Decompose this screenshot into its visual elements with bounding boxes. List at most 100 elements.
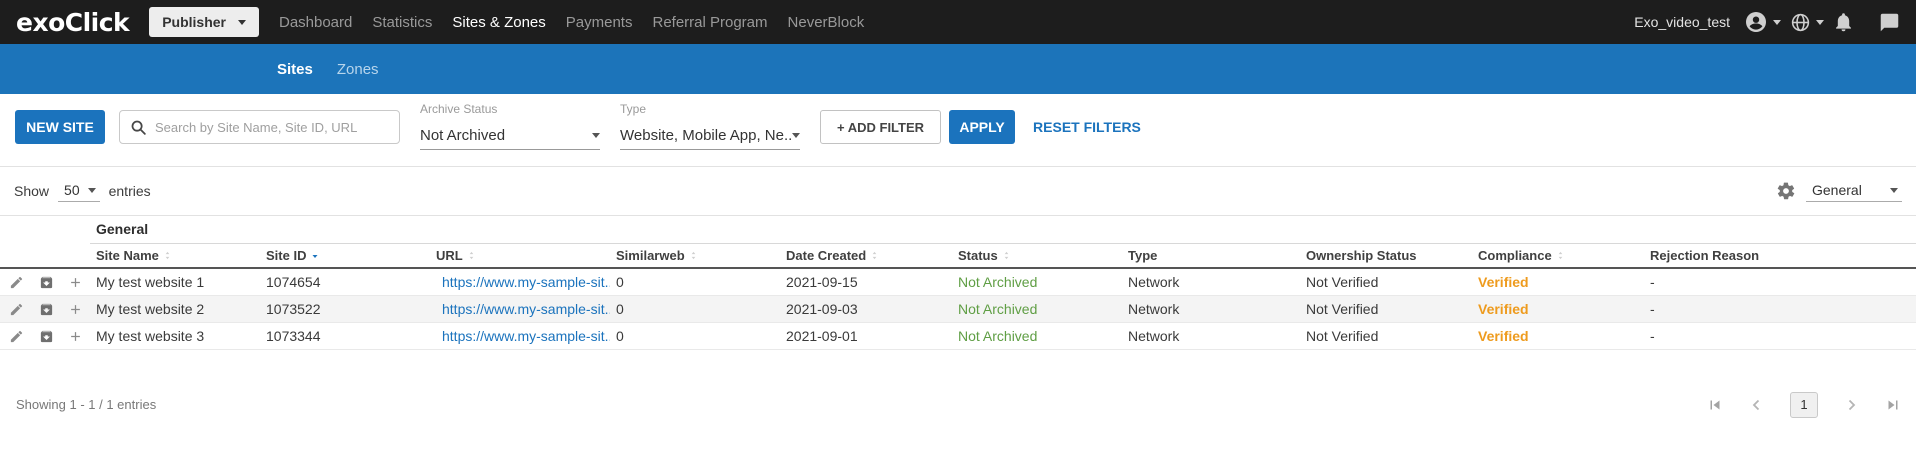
nav-item-dashboard[interactable]: Dashboard bbox=[269, 14, 362, 31]
table-settings-gear-icon[interactable] bbox=[1776, 181, 1796, 201]
exoclick-logo[interactable]: exoClick bbox=[16, 8, 129, 37]
add-filter-button[interactable]: + ADD FILTER bbox=[820, 110, 941, 144]
next-page-button[interactable] bbox=[1842, 396, 1860, 414]
column-label: Status bbox=[958, 248, 998, 263]
apply-button[interactable]: APPLY bbox=[949, 110, 1015, 144]
plus-icon bbox=[68, 275, 83, 290]
cell-ownership-status: Not Verified bbox=[1300, 268, 1472, 295]
column-header-date-created[interactable]: Date Created bbox=[780, 243, 952, 268]
language-menu[interactable] bbox=[1790, 12, 1824, 33]
site-search bbox=[119, 110, 400, 144]
account-avatar-icon bbox=[1744, 10, 1768, 34]
cell-rejection-reason: - bbox=[1644, 295, 1916, 322]
cell-status: Not Archived bbox=[952, 295, 1122, 322]
plus-icon bbox=[68, 302, 83, 317]
cell-ownership-status: Not Verified bbox=[1300, 295, 1472, 322]
new-site-button[interactable]: NEW SITE bbox=[15, 110, 105, 144]
account-menu[interactable] bbox=[1744, 10, 1781, 34]
site-url-link[interactable]: https://www.my-sample-sit... bbox=[442, 274, 610, 290]
edit-site-button[interactable] bbox=[0, 295, 32, 322]
expand-site-button[interactable] bbox=[60, 322, 90, 349]
sort-desc-icon bbox=[309, 249, 321, 261]
edit-site-button[interactable] bbox=[0, 322, 32, 349]
current-page-indicator[interactable]: 1 bbox=[1790, 392, 1818, 418]
cell-compliance: Verified bbox=[1472, 295, 1644, 322]
archive-icon bbox=[39, 329, 54, 344]
site-url-link[interactable]: https://www.my-sample-sit... bbox=[442, 328, 610, 344]
archive-status-filter: Archive Status Not Archived bbox=[420, 102, 600, 150]
cell-ownership-status: Not Verified bbox=[1300, 322, 1472, 349]
cell-site-name: My test website 1 bbox=[90, 268, 260, 295]
column-header-site-id[interactable]: Site ID bbox=[260, 243, 430, 268]
type-value: Website, Mobile App, Ne... bbox=[620, 127, 792, 144]
filter-bar: NEW SITE Archive Status Not Archived Typ… bbox=[0, 94, 1916, 166]
username-label[interactable]: Exo_video_test bbox=[1634, 14, 1730, 30]
cell-site-id: 1074654 bbox=[260, 268, 430, 295]
archive-status-label: Archive Status bbox=[420, 102, 600, 116]
chevron-down-icon bbox=[88, 188, 96, 193]
column-label: Type bbox=[1128, 248, 1157, 263]
pencil-icon bbox=[9, 302, 24, 317]
reset-filters-button[interactable]: RESET FILTERS bbox=[1033, 110, 1141, 144]
publisher-role-label: Publisher bbox=[162, 14, 226, 30]
archive-status-select[interactable]: Not Archived bbox=[420, 122, 600, 150]
first-page-icon bbox=[1706, 396, 1724, 414]
tab-sites[interactable]: Sites bbox=[265, 61, 325, 78]
language-globe-icon bbox=[1790, 12, 1811, 33]
column-label: Compliance bbox=[1478, 248, 1552, 263]
publisher-role-selector[interactable]: Publisher bbox=[149, 7, 259, 37]
chevron-down-icon bbox=[1816, 20, 1824, 25]
column-header-url[interactable]: URL bbox=[430, 243, 610, 268]
exoclick-admin-app: exoClick Publisher Dashboard Statistics … bbox=[0, 0, 1916, 450]
nav-item-sites-zones[interactable]: Sites & Zones bbox=[442, 14, 555, 31]
first-page-button[interactable] bbox=[1706, 396, 1724, 414]
type-select[interactable]: Website, Mobile App, Ne... bbox=[620, 122, 800, 150]
tab-zones[interactable]: Zones bbox=[325, 61, 391, 78]
archive-icon bbox=[39, 302, 54, 317]
support-chat-button[interactable] bbox=[1879, 12, 1900, 33]
nav-item-statistics[interactable]: Statistics bbox=[362, 14, 442, 31]
group-row-spacer bbox=[0, 216, 90, 243]
list-controls-row: Show 50 entries General bbox=[0, 166, 1916, 216]
cell-type: Network bbox=[1122, 322, 1300, 349]
cell-date-created: 2021-09-01 bbox=[780, 322, 952, 349]
cell-similarweb: 0 bbox=[610, 295, 780, 322]
search-input[interactable] bbox=[155, 120, 389, 135]
nav-item-referral-program[interactable]: Referral Program bbox=[642, 14, 777, 31]
nav-item-payments[interactable]: Payments bbox=[556, 14, 643, 31]
sort-icon bbox=[162, 250, 173, 261]
column-header-compliance[interactable]: Compliance bbox=[1472, 243, 1644, 268]
column-label: Rejection Reason bbox=[1650, 248, 1759, 263]
column-preset-select[interactable]: General bbox=[1806, 180, 1902, 202]
expand-site-button[interactable] bbox=[60, 295, 90, 322]
cell-type: Network bbox=[1122, 268, 1300, 295]
cell-site-id: 1073344 bbox=[260, 322, 430, 349]
column-header-similarweb[interactable]: Similarweb bbox=[610, 243, 780, 268]
cell-compliance: Verified bbox=[1472, 268, 1644, 295]
previous-page-button[interactable] bbox=[1748, 396, 1766, 414]
cell-status: Not Archived bbox=[952, 268, 1122, 295]
column-header-type: Type bbox=[1122, 243, 1300, 268]
main-nav: Dashboard Statistics Sites & Zones Payme… bbox=[269, 14, 874, 31]
archive-site-button[interactable] bbox=[32, 322, 60, 349]
notifications-button[interactable] bbox=[1833, 12, 1854, 33]
edit-site-button[interactable] bbox=[0, 268, 32, 295]
expand-site-button[interactable] bbox=[60, 268, 90, 295]
nav-item-neverblock[interactable]: NeverBlock bbox=[778, 14, 875, 31]
archive-status-value: Not Archived bbox=[420, 127, 505, 144]
column-header-ownership-status: Ownership Status bbox=[1300, 243, 1472, 268]
page-size-value: 50 bbox=[64, 182, 80, 198]
column-header-site-name[interactable]: Site Name bbox=[90, 243, 260, 268]
page-size-select[interactable]: 50 bbox=[58, 180, 100, 202]
sites-table: General Site Name Site ID URL Similarweb bbox=[0, 216, 1916, 350]
archive-site-button[interactable] bbox=[32, 268, 60, 295]
site-url-link[interactable]: https://www.my-sample-sit... bbox=[442, 301, 610, 317]
top-navigation-bar: exoClick Publisher Dashboard Statistics … bbox=[0, 0, 1916, 44]
type-filter: Type Website, Mobile App, Ne... bbox=[620, 102, 800, 150]
table-row: My test website 1 1074654 https://www.my… bbox=[0, 268, 1916, 295]
column-header-status[interactable]: Status bbox=[952, 243, 1122, 268]
cell-date-created: 2021-09-15 bbox=[780, 268, 952, 295]
archive-site-button[interactable] bbox=[32, 295, 60, 322]
actions-header bbox=[0, 243, 32, 268]
last-page-button[interactable] bbox=[1884, 396, 1902, 414]
